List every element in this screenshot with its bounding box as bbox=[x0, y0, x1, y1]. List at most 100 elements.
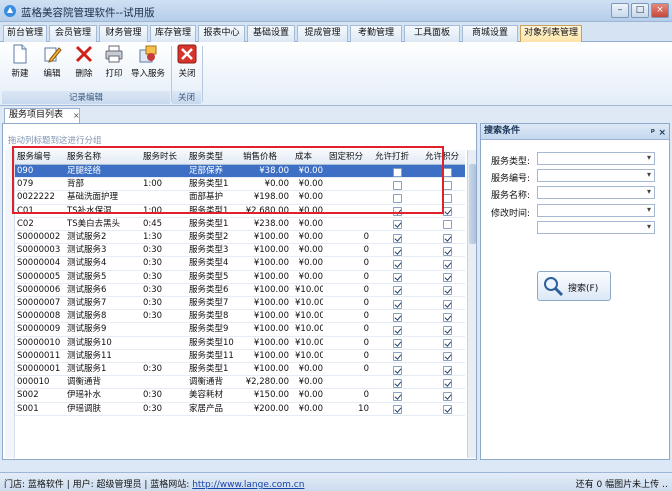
menu-tab-3[interactable]: 库存管理 bbox=[150, 25, 196, 42]
allow-discount-checkbox[interactable] bbox=[393, 325, 402, 335]
table-row[interactable]: S0000003 测试服务3 0:30 服务类型3 ¥100.00 ¥0.00 0 bbox=[15, 244, 465, 258]
allow-discount-checkbox[interactable] bbox=[393, 352, 402, 362]
cell-cost: ¥10.00 bbox=[295, 350, 323, 361]
cell-type: 服务类型9 bbox=[189, 324, 229, 335]
menu-tab-2[interactable]: 财务管理 bbox=[99, 25, 148, 42]
cell-points: 0 bbox=[363, 324, 369, 335]
allow-discount-checkbox[interactable] bbox=[393, 233, 402, 243]
table-row[interactable]: C02 TS美白去黑头 0:45 服务类型1 ¥238.00 ¥0.00 bbox=[15, 218, 465, 231]
table-row[interactable]: S0000001 测试服务1 0:30 服务类型1 ¥100.00 ¥0.00 0 bbox=[15, 363, 465, 377]
allow-discount-checkbox[interactable] bbox=[393, 273, 402, 283]
service-name-input[interactable] bbox=[537, 186, 655, 199]
allow-points-checkbox[interactable] bbox=[443, 207, 452, 217]
table-row[interactable]: S0000002 测试服务2 1:30 服务类型2 ¥100.00 ¥0.00 0 bbox=[15, 231, 465, 245]
table-row[interactable]: S0000005 测试服务5 0:30 服务类型5 ¥100.00 ¥0.00 0 bbox=[15, 271, 465, 284]
allow-points-checkbox[interactable] bbox=[443, 352, 452, 362]
menu-tab-10[interactable]: 对象列表管理 bbox=[520, 25, 582, 42]
allow-discount-checkbox[interactable] bbox=[393, 378, 402, 388]
table-row[interactable]: 000010 调衡通背 调衡通背 ¥2,280.00 ¥0.00 bbox=[15, 376, 465, 390]
allow-points-checkbox[interactable] bbox=[443, 246, 452, 256]
allow-points-checkbox[interactable] bbox=[443, 405, 452, 415]
service-type-select[interactable] bbox=[537, 152, 655, 165]
allow-points-checkbox[interactable] bbox=[443, 339, 452, 349]
menu-tab-9[interactable]: 商城设置 bbox=[462, 25, 518, 42]
vertical-scrollbar[interactable] bbox=[467, 150, 476, 458]
menu-tab-0[interactable]: 前台管理 bbox=[3, 25, 47, 42]
close-list-button[interactable]: 关闭 bbox=[175, 44, 199, 86]
allow-points-checkbox[interactable] bbox=[443, 273, 452, 283]
service-code-input[interactable] bbox=[537, 169, 655, 182]
maximize-button[interactable]: □ bbox=[631, 3, 649, 18]
modified-time-from-select[interactable] bbox=[537, 204, 655, 217]
table-row[interactable]: S002 伊瑶补水 0:30 美容耗材 ¥150.00 ¥0.00 0 bbox=[15, 389, 465, 403]
allow-points-checkbox[interactable] bbox=[443, 220, 452, 230]
allow-discount-checkbox[interactable] bbox=[393, 339, 402, 349]
modified-time-label: 修改时间: bbox=[491, 209, 531, 219]
menu-tab-4[interactable]: 报表中心 bbox=[198, 25, 245, 42]
allow-discount-checkbox[interactable] bbox=[393, 259, 402, 269]
tab-close-icon[interactable]: × bbox=[73, 109, 80, 122]
cell-cost: ¥0.00 bbox=[298, 258, 323, 269]
cell-type: 家居产品 bbox=[189, 403, 224, 414]
allow-discount-checkbox[interactable] bbox=[393, 286, 402, 296]
close-window-button[interactable]: × bbox=[651, 3, 669, 18]
tab-service-list[interactable]: 服务项目列表 × bbox=[4, 108, 80, 123]
cell-cost: ¥10.00 bbox=[295, 324, 323, 335]
scrollbar-thumb[interactable] bbox=[469, 164, 476, 244]
menu-tab-8[interactable]: 工具面板 bbox=[404, 25, 460, 42]
menu-tab-bar: 前台管理 会员管理 财务管理 库存管理 报表中心 基础设置 提成管理 考勤管理 工具面板 商城设置… bbox=[0, 22, 672, 42]
menu-tab-5[interactable]: 基础设置 bbox=[247, 25, 295, 42]
menu-tab-6[interactable]: 提成管理 bbox=[297, 25, 348, 42]
table-row[interactable]: S0000010 测试服务10 服务类型10 ¥100.00 ¥10.00 0 bbox=[15, 337, 465, 350]
table-row[interactable]: S0000006 测试服务6 0:30 服务类型6 ¥100.00 ¥10.00 0 bbox=[15, 284, 465, 297]
website-link[interactable]: http://www.lange.com.cn bbox=[192, 480, 304, 490]
allow-points-checkbox[interactable] bbox=[443, 286, 452, 296]
edit-button[interactable]: 编辑 bbox=[38, 44, 66, 86]
print-button[interactable]: 打印 bbox=[100, 44, 128, 86]
allow-points-checkbox[interactable] bbox=[443, 299, 452, 309]
allow-points-checkbox[interactable] bbox=[443, 233, 452, 243]
cell-price: ¥100.00 bbox=[253, 258, 289, 269]
allow-discount-checkbox[interactable] bbox=[393, 220, 402, 230]
delete-button[interactable]: 删除 bbox=[70, 44, 98, 86]
new-button[interactable]: 新建 bbox=[6, 44, 34, 86]
allow-points-checkbox[interactable] bbox=[443, 365, 452, 375]
import-services-label: 导入服务 bbox=[130, 69, 165, 79]
allow-discount-checkbox[interactable] bbox=[393, 299, 402, 309]
cell-name: 测试服务9 bbox=[67, 324, 107, 335]
cell-price: ¥200.00 bbox=[253, 403, 289, 414]
allow-points-checkbox[interactable] bbox=[443, 312, 452, 322]
cell-dur: 0:30 bbox=[143, 390, 163, 401]
allow-points-checkbox[interactable] bbox=[443, 193, 452, 203]
allow-discount-checkbox[interactable] bbox=[393, 246, 402, 256]
pin-icon[interactable]: ᵖ bbox=[651, 126, 655, 141]
allow-discount-checkbox[interactable] bbox=[393, 365, 402, 375]
group-label-close: 关闭 bbox=[172, 91, 201, 104]
table-row[interactable]: S0000009 测试服务9 服务类型9 ¥100.00 ¥10.00 0 bbox=[15, 323, 465, 337]
cell-id: S0000008 bbox=[17, 311, 61, 322]
allow-points-checkbox[interactable] bbox=[443, 378, 452, 388]
table-row[interactable]: S001 伊瑶调肤 0:30 家居产品 ¥200.00 ¥0.00 10 bbox=[15, 403, 465, 416]
modified-time-to-select[interactable] bbox=[537, 221, 655, 234]
allow-discount-checkbox[interactable] bbox=[393, 405, 402, 415]
menu-tab-7[interactable]: 考勤管理 bbox=[350, 25, 402, 42]
panel-close-icon[interactable]: × bbox=[658, 126, 666, 141]
table-row[interactable]: S0000008 测试服务8 0:30 服务类型8 ¥100.00 ¥10.00 0 bbox=[15, 310, 465, 324]
search-button[interactable]: 搜索(F) bbox=[537, 271, 611, 301]
allow-points-checkbox[interactable] bbox=[443, 167, 452, 177]
table-row[interactable]: S0000004 测试服务4 0:30 服务类型4 ¥100.00 ¥0.00 0 bbox=[15, 257, 465, 271]
menu-tab-1[interactable]: 会员管理 bbox=[49, 25, 97, 42]
minimize-button[interactable]: – bbox=[611, 3, 629, 18]
allow-points-checkbox[interactable] bbox=[443, 180, 452, 190]
cell-name: 测试服务7 bbox=[67, 298, 107, 308]
import-services-button[interactable]: 导入服务 bbox=[130, 44, 166, 86]
allow-discount-checkbox[interactable] bbox=[393, 312, 402, 322]
allow-points-checkbox[interactable] bbox=[443, 325, 452, 335]
cell-name: 测试服务5 bbox=[67, 271, 107, 282]
table-row[interactable]: S0000007 测试服务7 0:30 服务类型7 ¥100.00 ¥10.00 0 bbox=[15, 297, 465, 311]
document-tab-bar: 服务项目列表 × bbox=[0, 106, 672, 123]
allow-points-checkbox[interactable] bbox=[443, 259, 452, 269]
allow-points-checkbox[interactable] bbox=[443, 391, 452, 401]
table-row[interactable]: S0000011 测试服务11 服务类型11 ¥100.00 ¥10.00 0 bbox=[15, 350, 465, 363]
allow-discount-checkbox[interactable] bbox=[393, 391, 402, 401]
